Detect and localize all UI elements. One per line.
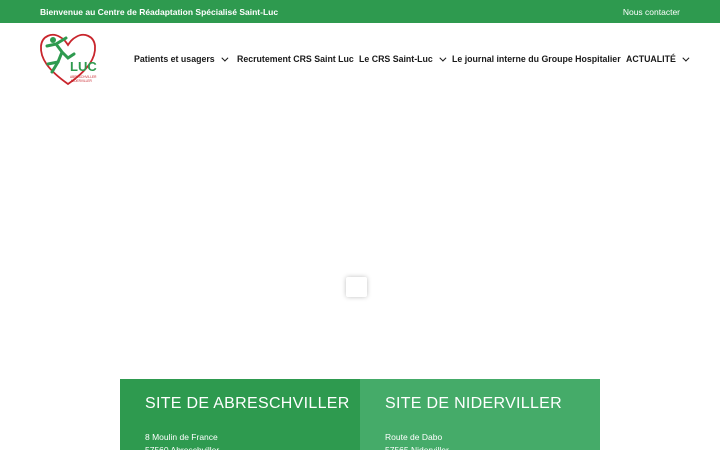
- loading-spinner: [346, 277, 367, 297]
- site-logo[interactable]: LUC ABRESCHVILLER NIDERVILLER: [38, 28, 98, 88]
- nav-item-patients[interactable]: Patients et usagers: [134, 54, 229, 64]
- logo-heart-icon: LUC ABRESCHVILLER NIDERVILLER: [40, 33, 97, 86]
- site-title: SITE DE NIDERVILLER: [385, 395, 563, 412]
- site-header: LUC ABRESCHVILLER NIDERVILLER Patients e…: [0, 23, 720, 95]
- nav-item-label: Patients et usagers: [134, 54, 215, 64]
- nav-item-journal[interactable]: Le journal interne du Groupe Hospitalier: [452, 54, 621, 64]
- chevron-down-icon: [682, 54, 690, 62]
- nav-item-label: Le CRS Saint-Luc: [359, 54, 433, 64]
- site-address-line1: 8 Moulin de France: [145, 432, 218, 442]
- site-address-line2: 57565 Niderviller: [385, 445, 449, 455]
- chevron-down-icon: [439, 54, 447, 62]
- logo-text: LUC: [70, 59, 97, 74]
- sites-section: SITE DE ABRESCHVILLER 8 Moulin de France…: [120, 379, 600, 455]
- top-bar: Bienvenue au Centre de Réadaptation Spéc…: [0, 0, 720, 23]
- nav-item-label: ACTUALITÉ: [626, 54, 676, 64]
- site-card-niderviller: SITE DE NIDERVILLER Route de Dabo 57565 …: [360, 379, 600, 455]
- site-address-line1: Route de Dabo: [385, 432, 443, 442]
- site-address-line2: 57560 Abreschviller: [145, 445, 220, 455]
- nav-item-label: Recrutement CRS Saint Luc: [237, 54, 354, 64]
- nav-item-label: Le journal interne du Groupe Hospitalier: [452, 54, 621, 64]
- nav-item-recrutement[interactable]: Recrutement CRS Saint Luc: [237, 54, 354, 64]
- nav-item-crs[interactable]: Le CRS Saint-Luc: [359, 54, 447, 64]
- welcome-text: Bienvenue au Centre de Réadaptation Spéc…: [40, 7, 279, 17]
- contact-link[interactable]: Nous contacter: [623, 7, 680, 17]
- nav-item-actualite[interactable]: ACTUALITÉ: [626, 54, 690, 64]
- chevron-down-icon: [221, 54, 229, 62]
- site-card-abreschviller: SITE DE ABRESCHVILLER 8 Moulin de France…: [120, 379, 360, 455]
- site-title: SITE DE ABRESCHVILLER: [145, 395, 350, 412]
- logo-sub2: NIDERVILLER: [71, 79, 93, 83]
